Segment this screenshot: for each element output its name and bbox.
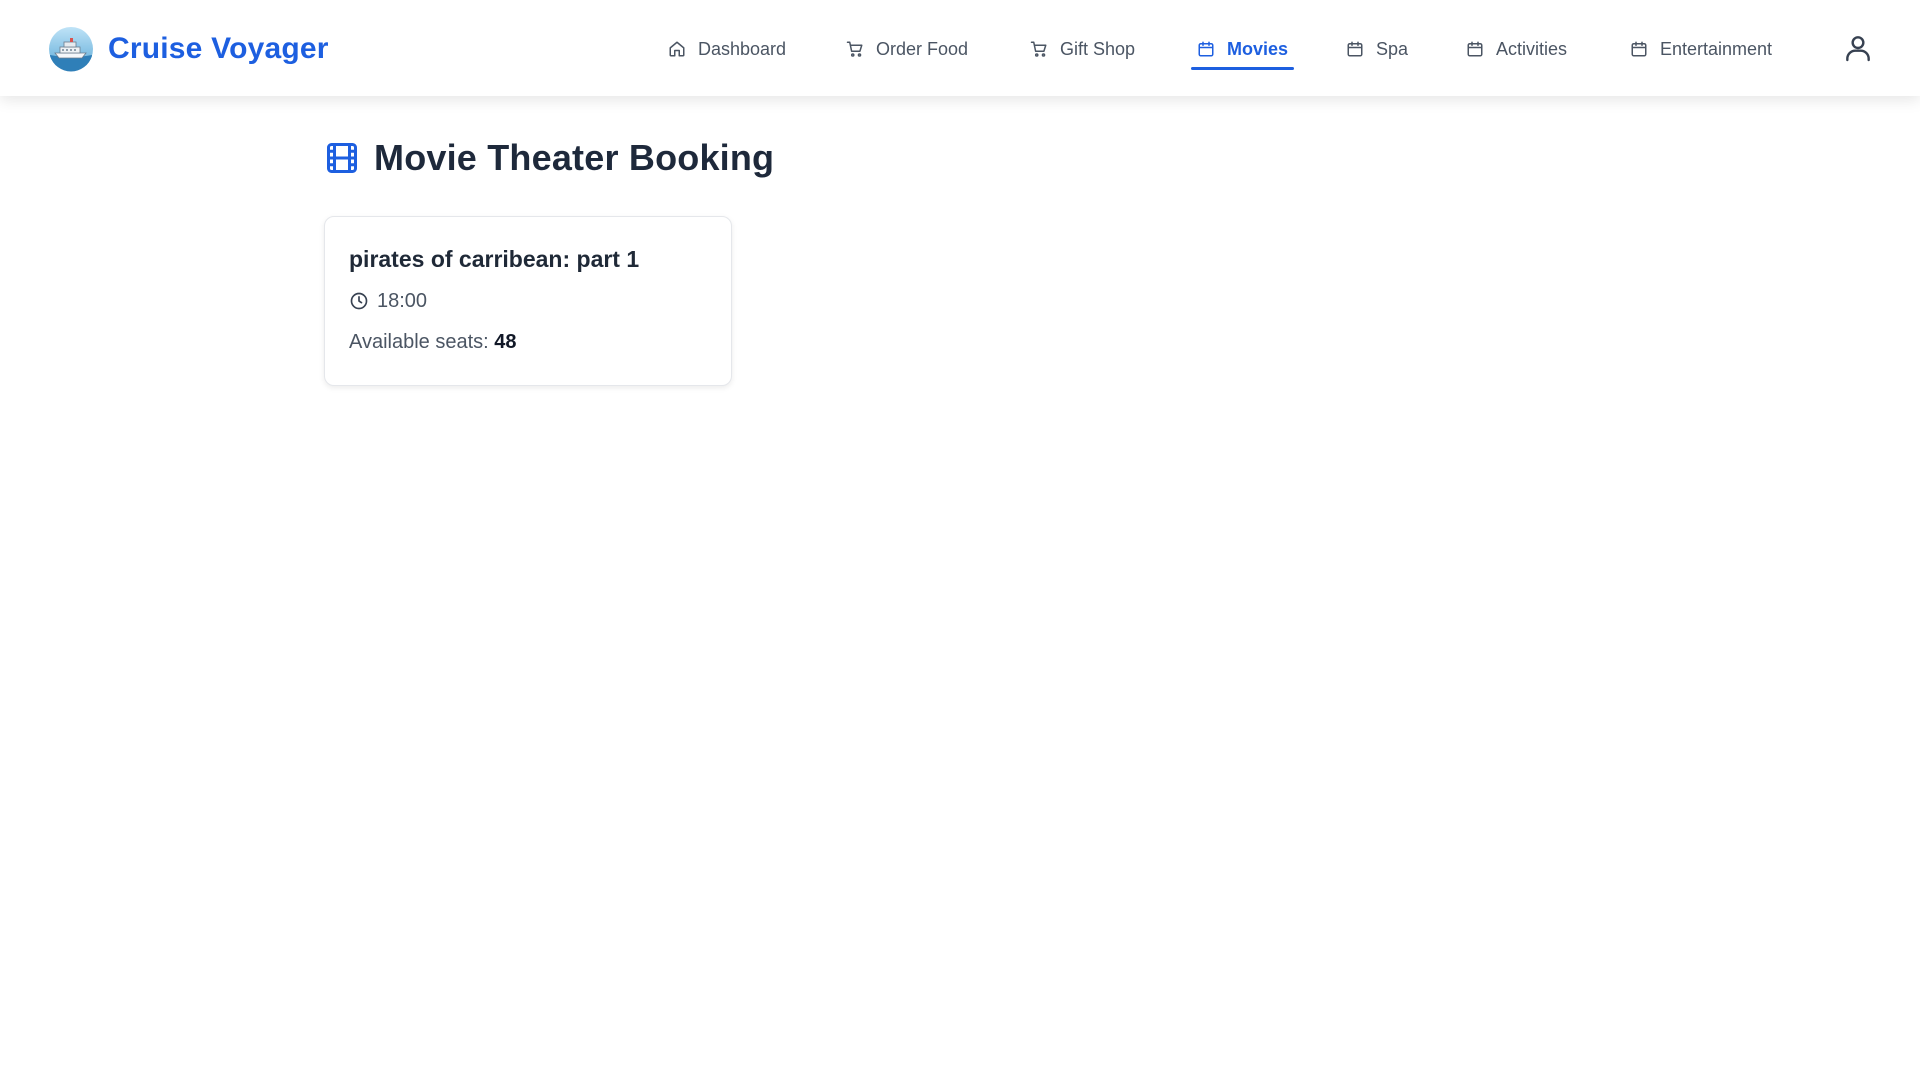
movie-title: pirates of carribean: part 1 [349,246,640,272]
calendar-icon [1466,40,1484,58]
nav-item-label: Spa [1376,38,1409,59]
showtime-value: 18:00 [377,289,428,312]
nav-item-label: Movies [1227,38,1289,59]
calendar-icon [1197,40,1215,58]
nav-item-label: Activities [1496,38,1568,59]
user-icon [1842,36,1874,68]
page-title: Movie Theater Booking [374,137,775,178]
home-icon [668,40,686,58]
nav-item-movies[interactable]: Movies [1191,30,1295,70]
user-profile-button[interactable] [1842,32,1874,64]
movie-seats: Available seats: 48 [349,331,707,355]
top-navbar: Cruise Voyager Dashboard Order Food Gift… [0,0,1920,96]
nav-item-entertainment[interactable]: Entertainment [1630,30,1772,68]
active-tab-indicator [1191,67,1295,70]
nav-item-label: Gift Shop [1060,38,1136,59]
film-icon [324,140,360,176]
calendar-icon [1346,40,1364,58]
cart-icon [1030,40,1048,58]
nav-item-spa[interactable]: Spa [1346,30,1408,68]
nav-item-label: Order Food [876,38,969,59]
seats-count: 48 [494,331,517,353]
cart-icon [846,40,864,58]
nav-item-gift-shop[interactable]: Gift Shop [1030,30,1135,68]
nav-item-activities[interactable]: Activities [1466,30,1567,68]
main-nav: Dashboard Order Food Gift Shop Movies Sp… [0,0,1920,96]
calendar-icon [1630,40,1648,58]
main-content: Movie Theater Booking pirates of carribe… [324,136,1596,386]
nav-item-label: Entertainment [1660,38,1773,59]
nav-item-label: Dashboard [698,38,787,59]
movie-showtime: 18:00 [349,289,707,313]
nav-item-order-food[interactable]: Order Food [846,30,968,68]
nav-item-dashboard[interactable]: Dashboard [668,30,786,68]
movie-card[interactable]: pirates of carribean: part 1 18:00 Avail… [324,216,732,386]
page-header: Movie Theater Booking [324,136,1596,180]
clock-icon [349,291,369,311]
seats-label: Available seats: [349,331,489,353]
